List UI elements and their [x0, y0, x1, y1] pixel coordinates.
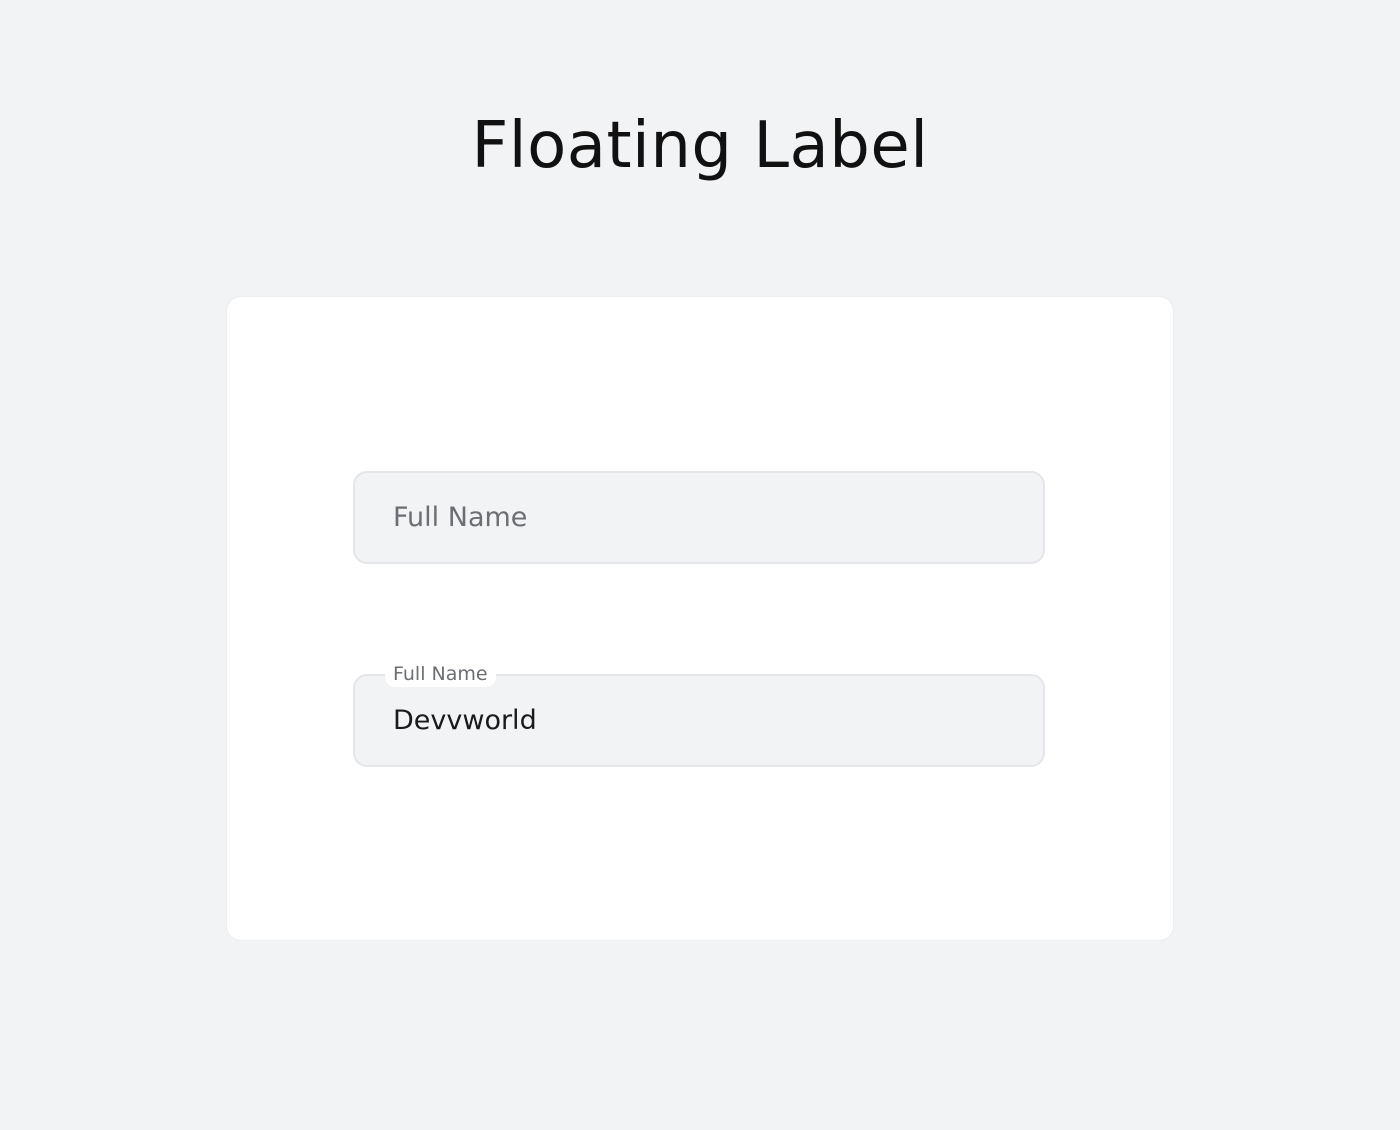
- page-title: Floating Label: [471, 109, 929, 183]
- full-name-placeholder: Full Name: [393, 502, 528, 533]
- form-card: Full Name Full Name Devvworld: [227, 297, 1173, 940]
- full-name-input-filled[interactable]: Full Name Devvworld: [353, 661, 1045, 767]
- full-name-input-empty[interactable]: Full Name: [353, 471, 1045, 564]
- full-name-floating-label: Full Name: [385, 661, 496, 687]
- full-name-value: Devvworld: [393, 705, 537, 736]
